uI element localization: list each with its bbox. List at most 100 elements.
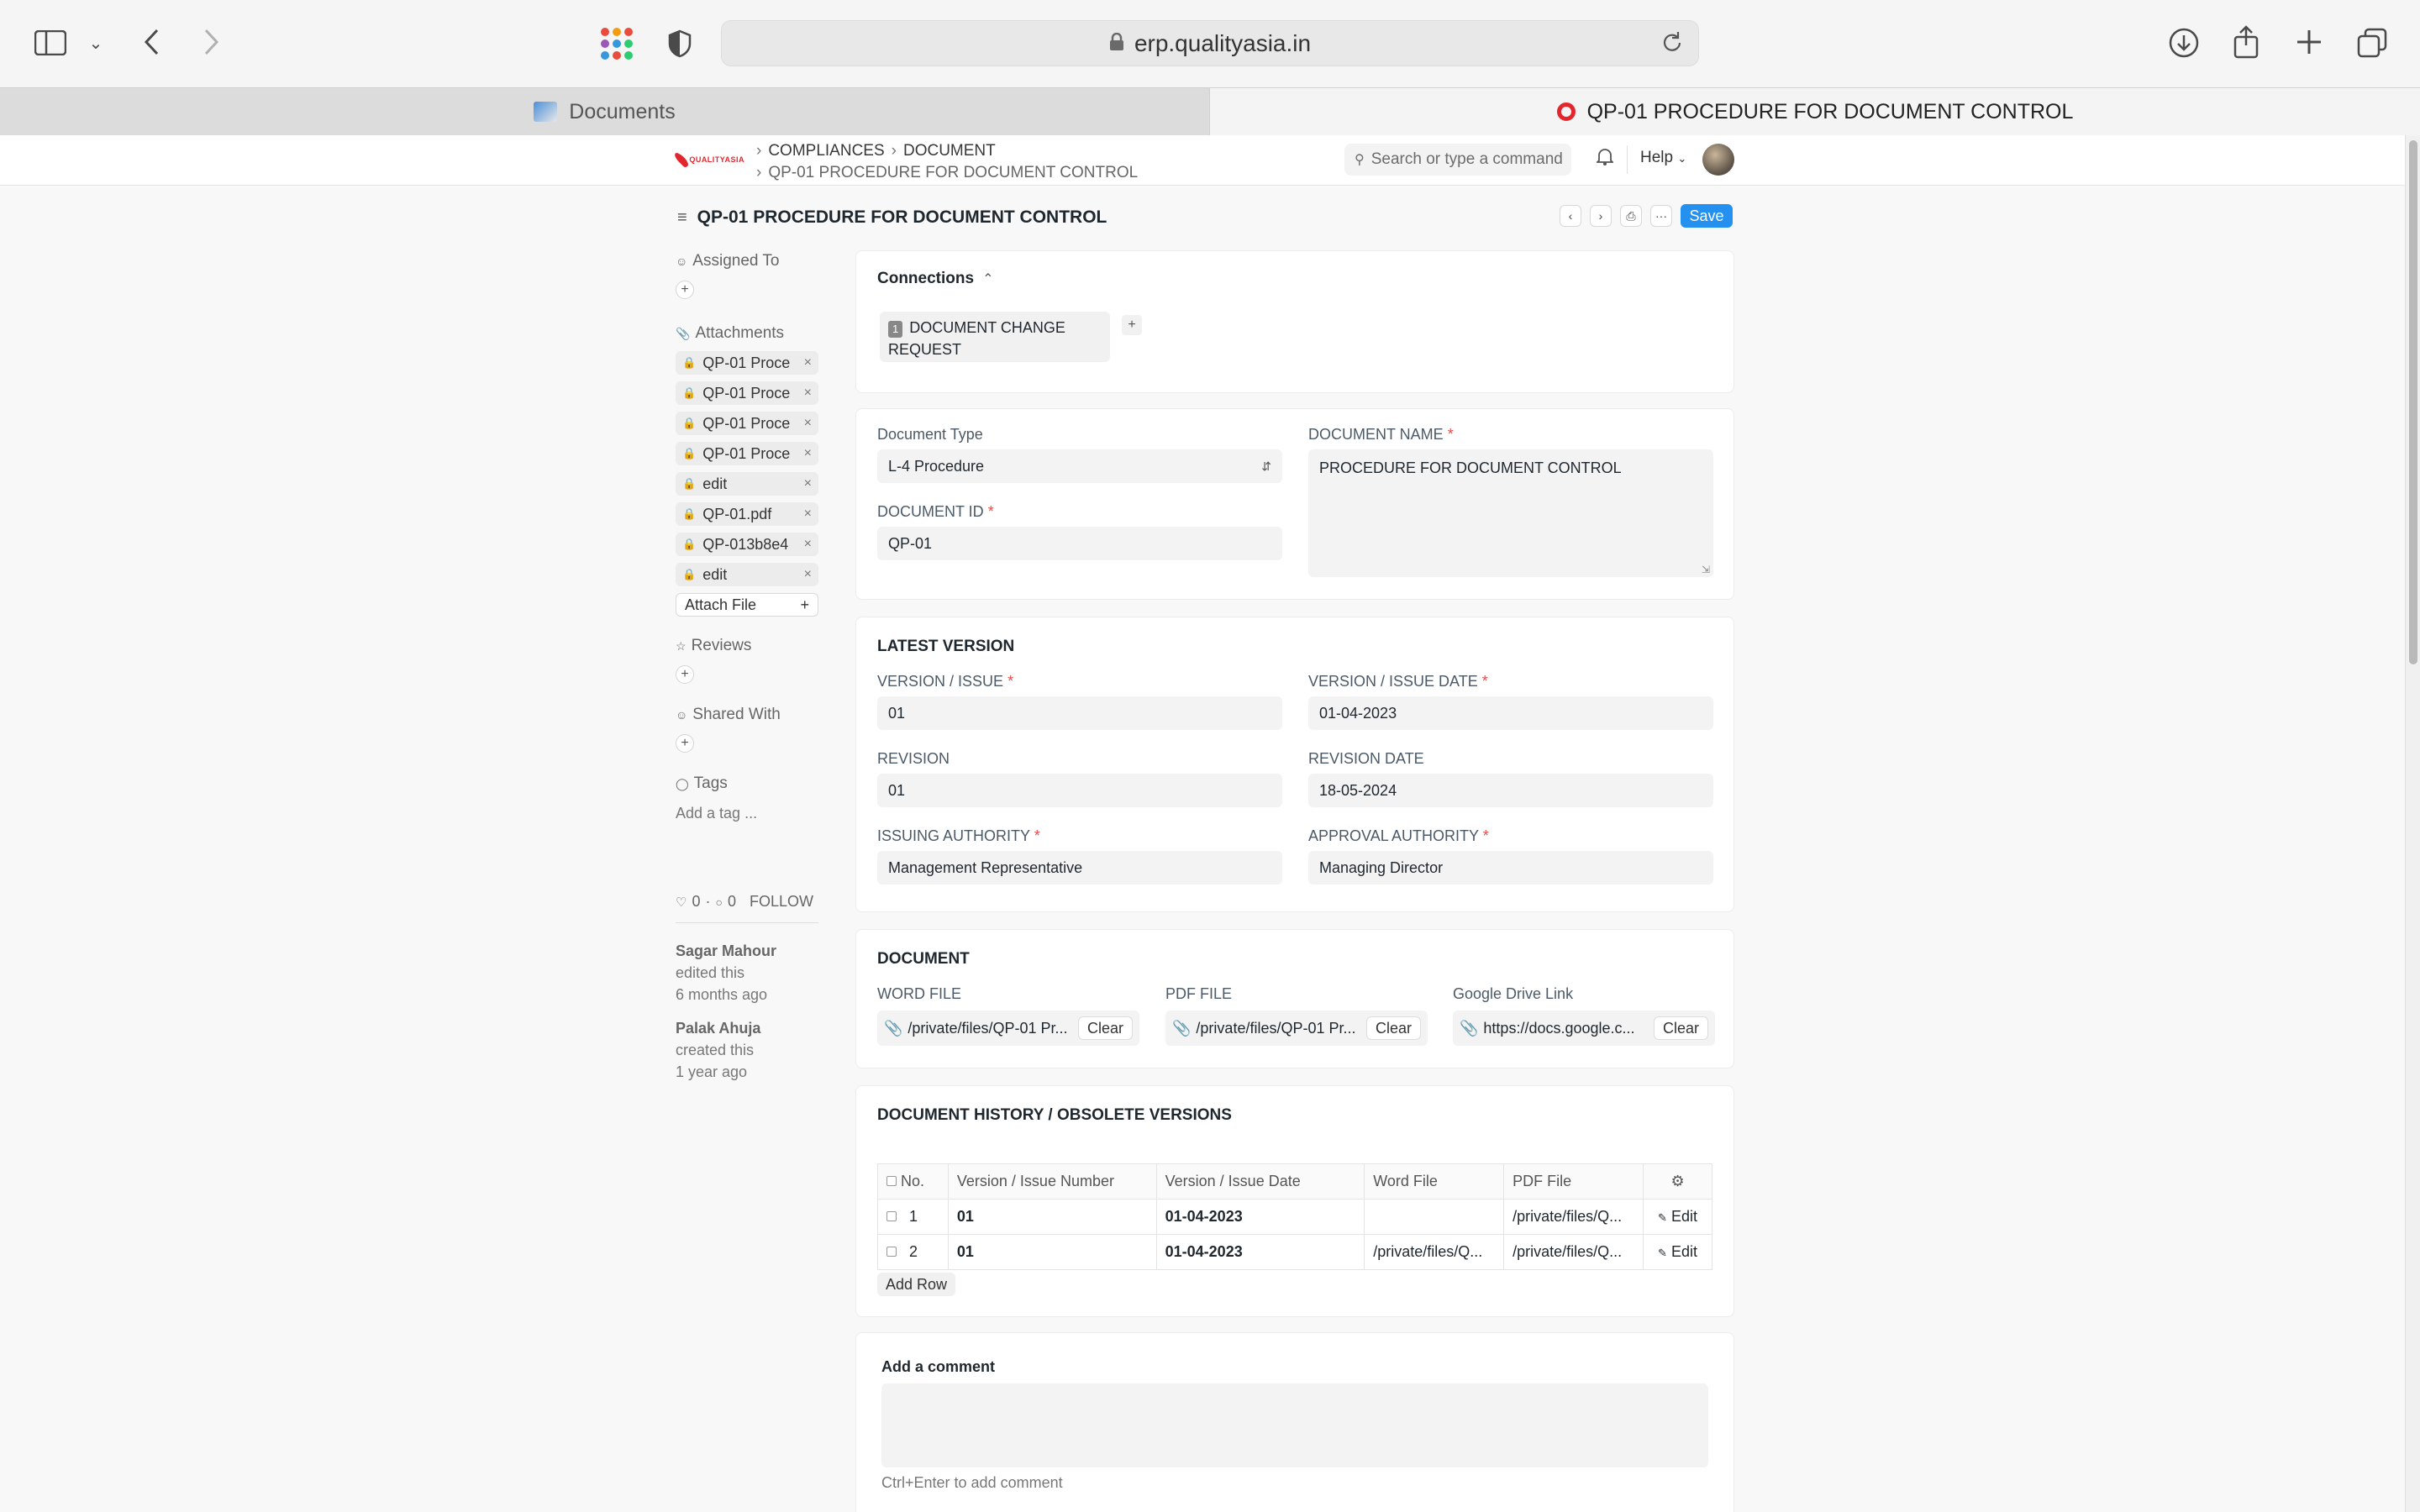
row-date[interactable]: 01-04-2023 [1155, 1199, 1365, 1235]
attachment-item[interactable]: 🔒 QP-013b8e4 × [676, 533, 818, 556]
attachment-name[interactable]: QP-01 Proce [702, 385, 803, 402]
clear-pdf-file-button[interactable]: Clear [1365, 1016, 1421, 1040]
version-date-input[interactable]: 01-04-2023 [1308, 696, 1713, 730]
gear-icon[interactable]: ⚙ [1670, 1173, 1684, 1189]
table-row[interactable]: 1 01 01-04-2023/private/files/Q... ✎ Edit [877, 1199, 1712, 1235]
comment-input[interactable] [881, 1383, 1708, 1467]
row-word-file[interactable] [1364, 1199, 1505, 1235]
version-input[interactable]: 01 [877, 696, 1282, 730]
remove-attachment-icon[interactable]: × [804, 567, 812, 582]
privacy-shield-icon[interactable] [666, 29, 694, 59]
new-tab-icon[interactable] [2294, 27, 2324, 57]
add-review-button[interactable]: + [676, 665, 694, 684]
qualityasia-logo[interactable]: QUALITYASIA [672, 145, 744, 174]
clear-google-drive-button[interactable]: Clear [1653, 1016, 1708, 1040]
attachment-item[interactable]: 🔒 QP-01 Proce × [676, 412, 818, 435]
activity-user[interactable]: Sagar Mahour [676, 940, 818, 962]
breadcrumb-compliances[interactable]: COMPLIANCES [768, 140, 884, 162]
forward-icon[interactable] [198, 25, 224, 59]
google-drive-link[interactable]: https://docs.google.c... [1483, 1020, 1654, 1037]
heart-icon[interactable]: ♡ [676, 895, 687, 910]
row-date[interactable]: 01-04-2023 [1155, 1234, 1365, 1270]
row-edit-button[interactable]: ✎ Edit [1643, 1234, 1712, 1270]
document-name-textarea[interactable]: PROCEDURE FOR DOCUMENT CONTROL ⇲ [1308, 449, 1713, 577]
revision-input[interactable]: 01 [877, 774, 1282, 807]
next-record-button[interactable]: › [1590, 205, 1612, 227]
attachment-name[interactable]: QP-01 Proce [702, 354, 803, 372]
attachment-item[interactable]: 🔒 QP-01.pdf × [676, 502, 818, 526]
table-row[interactable]: 2 01 01-04-2023/private/files/Q.../private… [877, 1234, 1712, 1270]
row-pdf-file[interactable]: /private/files/Q... [1503, 1199, 1644, 1235]
avatar[interactable] [1702, 144, 1734, 176]
select-all-checkbox[interactable] [886, 1176, 897, 1186]
address-bar[interactable]: erp.qualityasia.in [721, 20, 1699, 66]
pdf-file-field[interactable]: 📎 /private/files/QP-01 Pr... Clear [1165, 1011, 1428, 1046]
comment-icon[interactable]: ○ [715, 895, 722, 909]
row-edit-button[interactable]: ✎ Edit [1643, 1199, 1712, 1235]
row-version[interactable]: 01 [947, 1234, 1157, 1270]
chevron-up-icon[interactable]: ⌃ [982, 270, 993, 287]
share-icon[interactable] [2232, 25, 2260, 59]
previous-record-button[interactable]: ‹ [1560, 205, 1581, 227]
attachment-name[interactable]: edit [702, 566, 803, 584]
help-dropdown[interactable]: Help ⌄ [1640, 149, 1686, 167]
remove-attachment-icon[interactable]: × [804, 386, 812, 401]
activity-user[interactable]: Palak Ahuja [676, 1017, 818, 1039]
breadcrumb-current[interactable]: QP-01 PROCEDURE FOR DOCUMENT CONTROL [768, 162, 1138, 184]
attachment-item[interactable]: 🔒 QP-01 Proce × [676, 381, 818, 405]
word-file-field[interactable]: 📎 /private/files/QP-01 Pr... Clear [877, 1011, 1139, 1046]
google-drive-field[interactable]: 📎 https://docs.google.c... Clear [1453, 1011, 1715, 1046]
remove-attachment-icon[interactable]: × [804, 537, 812, 552]
row-checkbox[interactable] [886, 1247, 897, 1257]
remove-attachment-icon[interactable]: × [804, 446, 812, 461]
approval-authority-input[interactable]: Managing Director [1308, 851, 1713, 885]
search-input[interactable]: ⚲ Search or type a command [1344, 144, 1571, 176]
issuing-authority-input[interactable]: Management Representative [877, 851, 1282, 885]
row-word-file[interactable]: /private/files/Q... [1364, 1234, 1505, 1270]
save-button[interactable]: Save [1681, 204, 1733, 228]
add-tag-input[interactable]: Add a tag ... [676, 805, 818, 822]
document-type-select[interactable]: L-4 Procedure ⇵ [877, 449, 1282, 483]
attachment-name[interactable]: QP-01 Proce [702, 415, 803, 433]
attachment-name[interactable]: QP-013b8e4 [702, 536, 803, 554]
reload-icon[interactable] [1661, 31, 1683, 60]
pdf-file-link[interactable]: /private/files/QP-01 Pr... [1196, 1020, 1366, 1037]
attachment-item[interactable]: 🔒 edit × [676, 472, 818, 496]
tab-overview-icon[interactable] [2356, 27, 2388, 59]
attachment-item[interactable]: 🔒 QP-01 Proce × [676, 351, 818, 375]
page-scrollbar[interactable] [2405, 135, 2420, 1512]
clear-word-file-button[interactable]: Clear [1077, 1016, 1133, 1040]
apps-grid-icon[interactable] [600, 27, 634, 60]
remove-attachment-icon[interactable]: × [804, 476, 812, 491]
hamburger-menu-icon[interactable]: ≡ [677, 208, 687, 228]
add-assignee-button[interactable]: + [676, 281, 694, 299]
attachment-name[interactable]: edit [702, 475, 803, 493]
chevron-down-icon[interactable]: ⌄ [86, 30, 106, 55]
more-actions-button[interactable]: ··· [1650, 205, 1672, 227]
tab-documents[interactable]: Documents [0, 88, 1210, 135]
sidebar-toggle-icon[interactable] [34, 29, 67, 57]
document-id-input[interactable]: QP-01 [877, 527, 1282, 560]
download-icon[interactable] [2168, 27, 2200, 59]
add-connection-button[interactable]: + [1122, 315, 1142, 335]
add-row-button[interactable]: Add Row [877, 1273, 956, 1296]
back-icon[interactable] [139, 25, 165, 59]
follow-button[interactable]: FOLLOW [750, 893, 813, 911]
remove-attachment-icon[interactable]: × [804, 416, 812, 431]
attachment-item[interactable]: 🔒 edit × [676, 563, 818, 586]
tab-qp-01[interactable]: QP-01 PROCEDURE FOR DOCUMENT CONTROL [1210, 88, 2420, 135]
scrollbar-thumb[interactable] [2409, 140, 2417, 664]
connection-item[interactable]: 1 DOCUMENT CHANGE REQUEST [880, 312, 1110, 362]
breadcrumb-document[interactable]: DOCUMENT [903, 140, 996, 162]
remove-attachment-icon[interactable]: × [804, 507, 812, 522]
revision-date-input[interactable]: 18-05-2024 [1308, 774, 1713, 807]
notification-bell-icon[interactable] [1595, 147, 1615, 171]
attachment-name[interactable]: QP-01.pdf [702, 506, 803, 523]
print-button[interactable]: ⎙ [1620, 205, 1642, 227]
attach-file-button[interactable]: Attach File + [676, 593, 818, 617]
add-share-button[interactable]: + [676, 734, 694, 753]
row-pdf-file[interactable]: /private/files/Q... [1503, 1234, 1644, 1270]
row-version[interactable]: 01 [947, 1199, 1157, 1235]
attachment-item[interactable]: 🔒 QP-01 Proce × [676, 442, 818, 465]
resize-handle-icon[interactable]: ⇲ [1702, 564, 1710, 575]
